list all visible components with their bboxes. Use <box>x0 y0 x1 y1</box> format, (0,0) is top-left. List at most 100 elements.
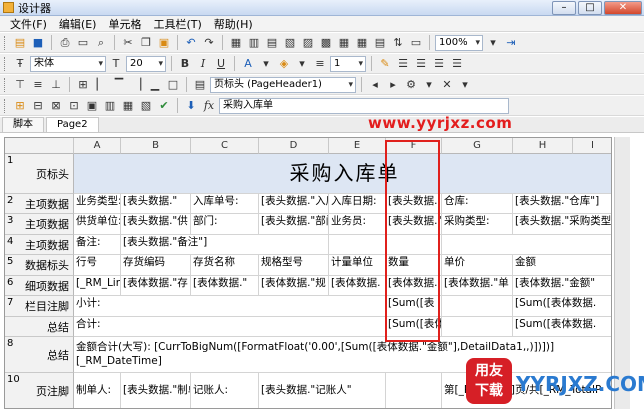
col-header-g[interactable]: G <box>442 138 513 154</box>
cell[interactable]: [表头数据."采购类型" <box>513 214 611 235</box>
zoom-dropdown-icon[interactable]: ▾ <box>485 35 501 51</box>
band-list-icon[interactable]: ▾ <box>421 77 437 93</box>
copy-icon[interactable]: ❐ <box>138 35 154 51</box>
split-icon[interactable]: ▩ <box>318 35 334 51</box>
subreport-icon[interactable]: ▧ <box>138 98 154 114</box>
cell[interactable]: [表头数据."备注"] <box>121 235 329 255</box>
col-header-b[interactable]: B <box>121 138 191 154</box>
cell[interactable]: [表头数据."制单 <box>121 373 191 408</box>
delete-row-icon[interactable]: ▤ <box>264 35 280 51</box>
close-button[interactable]: ✕ <box>604 1 642 15</box>
insert-field-icon[interactable]: ⬇ <box>183 98 199 114</box>
format-icon[interactable]: ▭ <box>408 35 424 51</box>
cell[interactable] <box>442 235 611 255</box>
preview-icon[interactable]: ▭ <box>75 35 91 51</box>
func-icon[interactable]: ⊡ <box>66 98 82 114</box>
cell[interactable]: [表体数据."金额" <box>513 276 611 296</box>
merge-icon[interactable]: ▨ <box>300 35 316 51</box>
col-header-e[interactable]: E <box>329 138 386 154</box>
cell[interactable]: 供货单位: <box>74 214 121 235</box>
bold-button[interactable]: B <box>177 56 193 72</box>
tab-script[interactable]: 脚本 <box>2 117 44 132</box>
col-header-d[interactable]: D <box>259 138 329 154</box>
cell[interactable]: 规格型号 <box>259 255 329 276</box>
row-header[interactable]: 3 主项数据 <box>5 214 74 235</box>
col-header-f[interactable]: F <box>386 138 442 154</box>
menu-edit[interactable]: 编辑(E) <box>53 16 103 32</box>
font-size-select[interactable]: 20 <box>126 55 166 72</box>
cell[interactable]: [Sum([表体 <box>386 317 442 337</box>
menu-file[interactable]: 文件(F) <box>4 16 53 32</box>
valign-bottom-icon[interactable]: ⊥ <box>48 77 64 93</box>
cell[interactable]: [表体数据."规 <box>259 276 329 296</box>
row-header[interactable]: 7 栏目注脚 <box>5 296 74 317</box>
exit-icon[interactable]: ⇥ <box>503 35 519 51</box>
insert-col-icon[interactable]: ▥ <box>246 35 262 51</box>
cell[interactable]: [表头数据."仓库"] <box>513 194 611 214</box>
cell[interactable]: 入库日期: <box>329 194 386 214</box>
row-header[interactable]: 5 数据标头 <box>5 255 74 276</box>
cell[interactable]: 金额 <box>513 255 611 276</box>
cell[interactable] <box>442 296 513 317</box>
cell[interactable]: 备注: <box>74 235 121 255</box>
line-style-icon[interactable]: ≡ <box>312 56 328 72</box>
col-header-c[interactable]: C <box>191 138 259 154</box>
cell[interactable]: 部门: <box>191 214 259 235</box>
cell[interactable]: [表头数据."入库 <box>259 194 329 214</box>
cell[interactable]: 入库单号: <box>191 194 259 214</box>
cell[interactable]: 小计: <box>74 296 386 317</box>
cut-icon[interactable]: ✂ <box>120 35 136 51</box>
menu-cell[interactable]: 单元格 <box>102 16 147 32</box>
border-right-icon[interactable]: ▕ <box>129 77 145 93</box>
band-prev-icon[interactable]: ◂ <box>367 77 383 93</box>
valign-top-icon[interactable]: ⊤ <box>12 77 28 93</box>
underline-button[interactable]: U <box>213 56 229 72</box>
expr-icon[interactable]: ⊟ <box>30 98 46 114</box>
cell[interactable]: [表体数据." <box>191 276 259 296</box>
font-color-dropdown-icon[interactable]: ▾ <box>258 56 274 72</box>
tab-page2[interactable]: Page2 <box>46 117 99 132</box>
border-bottom-icon[interactable]: ▁ <box>147 77 163 93</box>
corner-cell[interactable] <box>5 138 74 154</box>
band-delete-icon[interactable]: ✕ <box>439 77 455 93</box>
cell[interactable]: 业务类型: <box>74 194 121 214</box>
table-icon[interactable]: ▦ <box>336 35 352 51</box>
col-header-i[interactable]: I <box>573 138 611 154</box>
image-icon[interactable]: ▣ <box>84 98 100 114</box>
zoom-select[interactable]: 100% <box>435 34 483 51</box>
cell[interactable]: [表体数据."单 <box>442 276 513 296</box>
cell[interactable]: [表头数据." <box>386 214 442 235</box>
delete-col-icon[interactable]: ▧ <box>282 35 298 51</box>
fill-color-icon[interactable]: ◈ <box>276 56 292 72</box>
cell[interactable]: 存货编码 <box>121 255 191 276</box>
row-header[interactable]: 8 总结 <box>5 337 74 373</box>
col-header-a[interactable]: A <box>74 138 121 154</box>
cell[interactable]: [表头数据."供 <box>121 214 191 235</box>
cell[interactable]: [Sum([表体数据. <box>513 296 611 317</box>
cell[interactable]: 制单人: <box>74 373 121 408</box>
band-icon[interactable]: ▤ <box>372 35 388 51</box>
formula-input[interactable]: 采购入库单 <box>219 97 509 114</box>
cell[interactable]: 单价 <box>442 255 513 276</box>
sort-icon[interactable]: ⇅ <box>390 35 406 51</box>
cell[interactable]: 合计: <box>74 317 386 337</box>
minimize-button[interactable]: – <box>552 1 576 15</box>
fill-color-dropdown-icon[interactable]: ▾ <box>294 56 310 72</box>
row-header[interactable]: 4 主项数据 <box>5 235 74 255</box>
italic-button[interactable]: I <box>195 56 211 72</box>
cell[interactable]: 仓库: <box>442 194 513 214</box>
row-header[interactable]: 总结 <box>5 317 74 337</box>
undo-icon[interactable]: ↶ <box>183 35 199 51</box>
valign-middle-icon[interactable]: ≡ <box>30 77 46 93</box>
cell[interactable] <box>386 235 442 255</box>
cell[interactable]: 存货名称 <box>191 255 259 276</box>
cell[interactable]: 行号 <box>74 255 121 276</box>
align-right-icon[interactable]: ☰ <box>431 56 447 72</box>
cell[interactable]: [Sum([表体数据. <box>513 317 611 337</box>
align-justify-icon[interactable]: ☰ <box>449 56 465 72</box>
print-icon[interactable]: ⎙ <box>57 35 73 51</box>
cell[interactable]: [表头数据. <box>386 194 442 214</box>
cell[interactable]: [表体数据. <box>386 276 442 296</box>
cell[interactable]: 记账人: <box>191 373 259 408</box>
row-header[interactable]: 6 细项数据 <box>5 276 74 296</box>
